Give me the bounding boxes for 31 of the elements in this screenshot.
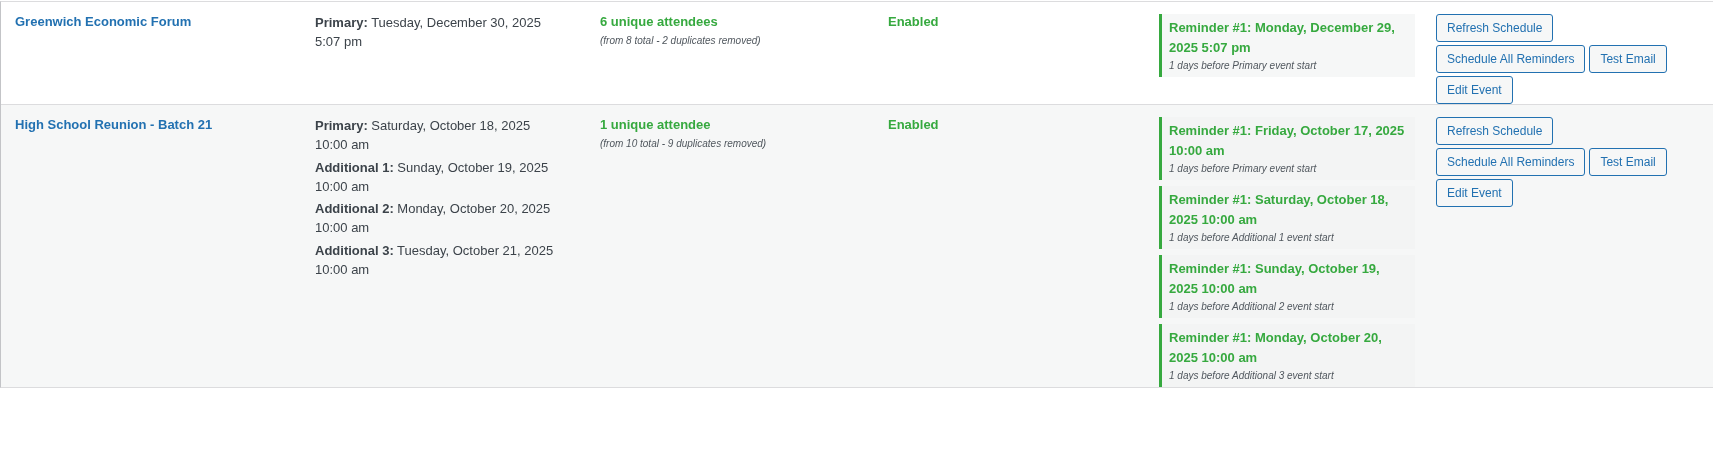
reminder-note: 1 days before Additional 3 event start: [1169, 370, 1335, 381]
action-button[interactable]: Refresh Schedule: [1436, 117, 1554, 145]
attendee-note: (from 8 total - 2 duplicates removed): [600, 35, 762, 46]
attendee-note: (from 10 total - 9 duplicates removed): [600, 138, 768, 149]
attendee-count: 1 unique attendee: [600, 117, 712, 132]
action-button[interactable]: Test Email: [1589, 148, 1667, 176]
attendee-count: 6 unique attendees: [600, 14, 719, 29]
reminder-title: Reminder #1: Sunday, October 19, 2025 10:00 am: [1169, 260, 1381, 298]
reminder-note: 1 days before Additional 2 event start: [1169, 301, 1335, 312]
reminder-title: Reminder #1: Friday, October 17, 2025 10:00 am: [1169, 122, 1406, 160]
action-button[interactable]: Schedule All Reminders: [1436, 148, 1586, 176]
status-text: Enabled: [888, 14, 940, 29]
status-text: Enabled: [888, 117, 940, 132]
reminder-title: Reminder #1: Saturday, October 18, 2025 10:00 am: [1169, 191, 1390, 229]
reminder-note: 1 days before Additional 1 event start: [1169, 232, 1335, 243]
event-name-link[interactable]: High School Reunion - Batch 21: [15, 117, 213, 132]
event-date: Primary: Tuesday, December 30, 2025 5:07 pm: [315, 14, 542, 51]
event-date: Additional 1: Sunday, October 19, 2025 10:00 am: [315, 158, 550, 196]
reminder-note: 1 days before Primary event start: [1169, 163, 1318, 174]
event-name-link[interactable]: Greenwich Economic Forum: [15, 14, 192, 29]
action-button[interactable]: Schedule All Reminders: [1436, 45, 1586, 73]
event-date: Additional 3: Tuesday, October 21, 2025 10:00 am: [315, 242, 555, 279]
action-button[interactable]: Edit Event: [1436, 76, 1513, 104]
reminder-title: Reminder #1: Monday, October 20, 2025 10:00 am: [1169, 329, 1383, 367]
reminder-title: Reminder #1: Monday, December 29, 2025 5:07 pm: [1169, 19, 1396, 57]
action-button[interactable]: Edit Event: [1436, 179, 1513, 207]
event-date: Primary: Saturday, October 18, 2025 10:00 am: [315, 117, 532, 154]
action-button[interactable]: Test Email: [1589, 45, 1667, 73]
event-date: Additional 2: Monday, October 20, 2025 10:00 am: [315, 200, 552, 238]
action-button[interactable]: Refresh Schedule: [1436, 14, 1554, 42]
reminder-note: 1 days before Primary event start: [1169, 60, 1318, 71]
